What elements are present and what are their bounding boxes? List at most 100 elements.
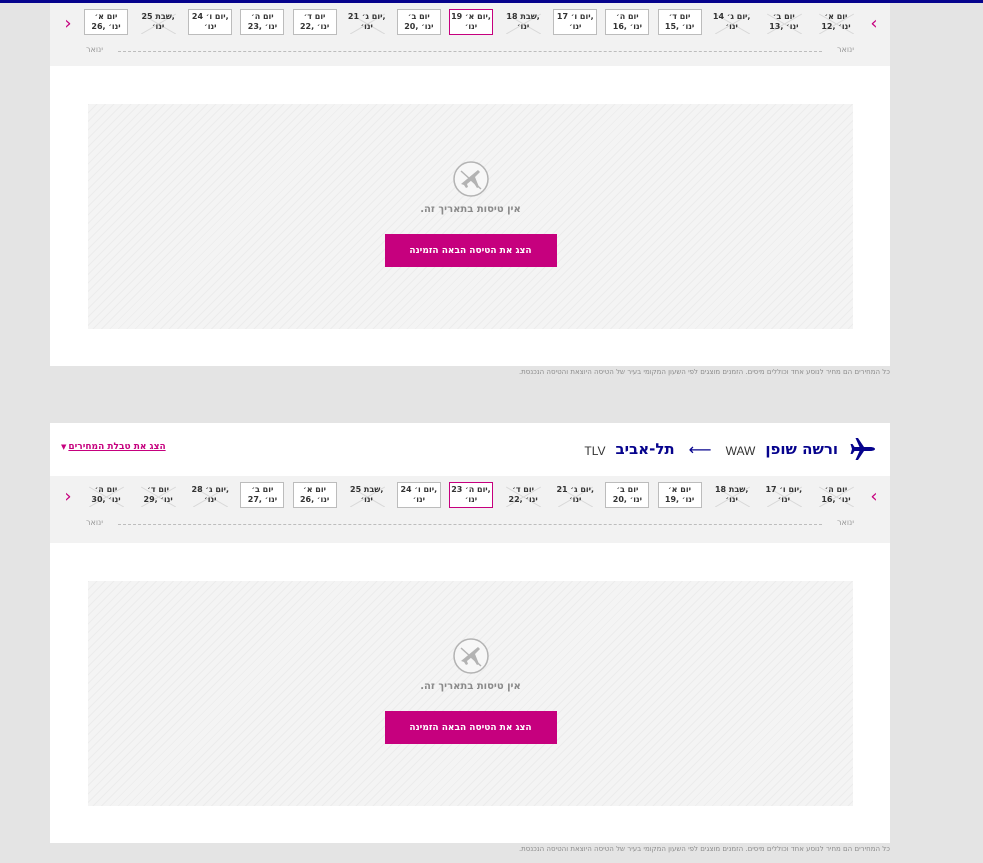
date-option[interactable]: יום ד׳ 29, ינו׳ (136, 482, 181, 508)
date-weekday: יום ד׳ (147, 485, 169, 494)
chevron-right-icon[interactable]: ‹ (866, 11, 882, 35)
date-strip: ‹ יום א׳ 12, ינו׳ יום ב׳ 13, ינו׳ יום ג׳ 14,… (50, 3, 890, 66)
date-day: 26, ינו׳ (299, 495, 330, 504)
date-weekday: יום א׳ (824, 12, 848, 21)
date-weekday: שבת 18, (714, 485, 749, 494)
chevron-left-icon[interactable]: › (60, 11, 76, 35)
date-weekday: יום ו׳ 24, (191, 12, 229, 21)
date-day: ינו׳ (152, 22, 165, 31)
date-weekday: יום א׳ (303, 485, 326, 494)
date-weekday: יום ד׳ (668, 12, 691, 21)
date-weekday: יום ג׳ 21, (347, 12, 386, 21)
date-option[interactable]: שבת 18, ינו׳ (501, 9, 546, 35)
date-weekday: יום ב׳ (407, 12, 430, 21)
date-day: 16, ינו׳ (612, 22, 643, 31)
plane-icon (850, 438, 875, 460)
date-weekday: יום ג׳ 28, (191, 485, 230, 494)
month-label: ינואר (836, 45, 854, 54)
date-weekday: יום ד׳ (303, 12, 326, 21)
date-option[interactable]: יום ו׳ 17, ינו׳ (553, 9, 598, 35)
date-option[interactable]: יום ה׳ 16, ינו׳ (605, 9, 650, 35)
date-option[interactable]: יום א׳ 12, ינו׳ (813, 9, 858, 35)
date-option[interactable]: יום א׳ 19, ינו׳ (448, 9, 493, 35)
date-day: ינו׳ (360, 495, 373, 504)
date-day: 27, ינו׳ (247, 495, 278, 504)
date-option[interactable]: יום ב׳ 20, ינו׳ (396, 9, 441, 35)
date-option[interactable]: יום א׳ 19, ינו׳ (657, 482, 702, 508)
date-option[interactable]: יום ב׳ 27, ינו׳ (240, 482, 285, 508)
date-weekday: יום ה׳ (824, 485, 848, 494)
route-title: ורשה שופן WAW ⟵ תל-אביב TLV (584, 437, 838, 461)
date-day: ינו׳ (204, 22, 217, 31)
date-option[interactable]: יום ד׳ 22, ינו׳ (292, 9, 337, 35)
destination-code: TLV (584, 443, 606, 458)
date-option[interactable]: יום ד׳ 22, ינו׳ (501, 482, 546, 508)
date-option[interactable]: יום ו׳ 24, ינו׳ (188, 9, 233, 35)
date-weekday: יום ו׳ 17, (765, 485, 803, 494)
date-option[interactable]: יום ב׳ 20, ינו׳ (605, 482, 650, 508)
chevron-right-icon[interactable]: ‹ (866, 484, 882, 508)
date-option[interactable]: יום ה׳ 16, ינו׳ (813, 482, 858, 508)
no-flights-message: אין טיסות בתאריך זה. (420, 681, 521, 692)
caret-down-icon: ▼ (61, 443, 67, 451)
date-option[interactable]: יום ו׳ 24, ינו׳ (396, 482, 441, 508)
date-option[interactable]: יום ה׳ 23, ינו׳ (448, 482, 493, 508)
route-arrow-icon: ⟵ (688, 439, 712, 459)
date-weekday: יום א׳ 19, (451, 12, 491, 21)
show-price-table-link[interactable]: ▼ הצג את טבלת המחירים (61, 442, 166, 452)
no-flights-message: אין טיסות בתאריך זה. (420, 204, 521, 215)
month-label: ינואר (86, 518, 104, 527)
no-flight-icon (452, 638, 489, 674)
date-option[interactable]: יום ג׳ 14, ינו׳ (709, 9, 754, 35)
inbound-flight-card: ורשה שופן WAW ⟵ תל-אביב TLV ▼ הצג את טבלת… (50, 423, 890, 843)
price-table-link-label: הצג את טבלת המחירים (68, 442, 166, 452)
date-option[interactable]: יום ו׳ 17, ינו׳ (761, 482, 806, 508)
date-day: ינו׳ (569, 495, 582, 504)
date-strip: ‹ יום ה׳ 16, ינו׳ יום ו׳ 17, ינו׳ שבת 18, ינו… (50, 476, 890, 543)
date-day: 26, ינו׳ (91, 22, 121, 31)
date-weekday: יום ה׳ 23, (451, 485, 491, 494)
date-option[interactable]: יום א׳ 26, ינו׳ (292, 482, 337, 508)
date-day: 15, ינו׳ (664, 22, 695, 31)
date-option[interactable]: יום ג׳ 21, ינו׳ (553, 482, 598, 508)
date-weekday: יום ד׳ (512, 485, 534, 494)
date-option[interactable]: יום ה׳ 30, ינו׳ (84, 482, 128, 508)
date-day: ינו׳ (464, 495, 478, 504)
date-option[interactable]: שבת 25, ינו׳ (344, 482, 389, 508)
date-day: 30, ינו׳ (91, 495, 121, 504)
date-option[interactable]: שבת 25, ינו׳ (136, 9, 181, 35)
no-flights-panel: אין טיסות בתאריך זה. הצג את הטיסה הבאה ה… (88, 581, 853, 806)
outbound-flight-card: ‹ יום א׳ 12, ינו׳ יום ב׳ 13, ינו׳ יום ג׳ 14,… (50, 3, 890, 366)
show-next-flight-button[interactable]: הצג את הטיסה הבאה הזמינה (384, 711, 557, 744)
chevron-left-icon[interactable]: › (60, 484, 76, 508)
date-day: 29, ינו׳ (143, 495, 173, 504)
date-day: ינו׳ (360, 22, 373, 31)
date-day: ינו׳ (464, 22, 478, 31)
no-flight-icon (452, 161, 489, 197)
date-day: ינו׳ (516, 22, 530, 31)
date-weekday: יום ה׳ (616, 12, 639, 21)
month-indicator: ינואר ינואר (86, 45, 854, 57)
date-day: ינו׳ (569, 22, 582, 31)
date-day: 20, ינו׳ (612, 495, 643, 504)
price-disclaimer: כל המחירים הם מחיר לנוסע אחד וכוללים מיס… (518, 845, 890, 853)
route-header: ורשה שופן WAW ⟵ תל-אביב TLV ▼ הצג את טבלת… (50, 423, 890, 476)
date-weekday: יום ו׳ 17, (556, 12, 594, 21)
date-option[interactable]: יום ה׳ 23, ינו׳ (240, 9, 285, 35)
destination-city: תל-אביב (615, 440, 675, 458)
no-flights-panel: אין טיסות בתאריך זה. הצג את הטיסה הבאה ה… (88, 104, 853, 329)
date-option[interactable]: יום ב׳ 13, ינו׳ (761, 9, 806, 35)
date-option[interactable]: יום ד׳ 15, ינו׳ (657, 9, 702, 35)
date-option[interactable]: יום ג׳ 28, ינו׳ (188, 482, 233, 508)
date-weekday: יום ג׳ 14, (712, 12, 751, 21)
date-weekday: שבת 25, (141, 12, 175, 21)
date-day: 12, ינו׳ (821, 22, 851, 31)
date-day: 20, ינו׳ (404, 22, 434, 31)
date-day: 13, ינו׳ (769, 22, 799, 31)
date-option[interactable]: שבת 18, ינו׳ (709, 482, 754, 508)
date-weekday: יום ג׳ 21, (556, 485, 595, 494)
date-option[interactable]: יום א׳ 26, ינו׳ (84, 9, 128, 35)
show-next-flight-button[interactable]: הצג את הטיסה הבאה הזמינה (384, 234, 557, 267)
date-option[interactable]: יום ג׳ 21, ינו׳ (344, 9, 389, 35)
date-day: ינו׳ (725, 495, 738, 504)
